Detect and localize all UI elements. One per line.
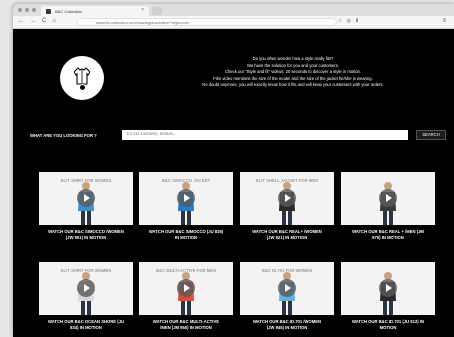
video-card[interactable]: ELIT SHIRT FOR WOMEN WATCH OUR B&C SIMOCC… — [39, 172, 133, 240]
caption-line: WATCH OUR B&C SIMOCCO /WOMEN — [48, 229, 124, 234]
video-card[interactable]: B&C MULTI-ACTIVE FOR MEN WATCH OUR B&C MU… — [139, 262, 233, 330]
video-caption[interactable]: WATCH OUR B&C REAL+ /WOMEN (JW 921) IN MO… — [240, 229, 334, 240]
caption-line: WATCH OUR B&C OCEAN SHORE (JU — [48, 319, 124, 324]
caption-line: WATCH OUR B&C REAL + /MEN (JM — [352, 229, 424, 234]
play-icon[interactable] — [278, 279, 296, 297]
video-card[interactable]: WATCH OUR B&C REAL + /MEN (JM 970) IN MOT… — [341, 172, 435, 240]
close-tab-icon[interactable]: × — [141, 7, 144, 13]
reload-icon[interactable]: C — [42, 18, 46, 24]
caption-line: 834) IN MOTION — [70, 324, 102, 330]
caption-line: IN MOTION — [174, 234, 198, 240]
minimize-window-dot[interactable] — [25, 8, 29, 12]
search-button[interactable]: SEARCH — [416, 130, 446, 140]
play-icon[interactable] — [177, 189, 195, 207]
menu-icon[interactable]: ≡ — [442, 18, 446, 24]
caption-line: 970) IN MOTION — [372, 234, 404, 240]
caption-line: WATCH OUR B&C SIMOCCO (JU 835) — [148, 229, 224, 234]
video-thumbnail[interactable] — [341, 262, 435, 315]
jacket-icon — [74, 67, 90, 85]
search-label: WHAT ARE YOU LOOKING FOR ? — [30, 133, 97, 138]
video-card[interactable]: WATCH OUR B&C ID.701 (JU 612) IN MOTION — [341, 262, 435, 330]
download-icon[interactable]: ⬇ — [355, 18, 359, 24]
video-caption[interactable]: WATCH OUR B&C REAL + /MEN (JM 970) IN MOT… — [341, 229, 435, 240]
back-icon[interactable]: ← — [18, 18, 24, 24]
intro-line: Do you often wonder how a style really f… — [252, 56, 334, 61]
video-thumbnail[interactable]: B&C SIMOCCO JACKET — [139, 172, 233, 225]
nav-buttons: ← → C ⌂ — [18, 18, 56, 24]
caption-line: MOTION — [379, 324, 397, 330]
play-icon[interactable] — [379, 189, 397, 207]
new-tab-button[interactable] — [152, 7, 162, 15]
page-content: Do you often wonder how a style really f… — [13, 29, 454, 337]
play-icon[interactable] — [177, 279, 195, 297]
play-icon[interactable] — [77, 279, 95, 297]
caption-line: WATCH OUR B&C ID.701 (JU 612) IN — [351, 319, 425, 324]
close-window-dot[interactable] — [18, 8, 22, 12]
intro-line: Film video mentions the size of the mode… — [213, 75, 373, 81]
video-card[interactable]: B&C SIMOCCO JACKET WATCH OUR B&C SIMOCCO … — [139, 172, 233, 240]
address-bar[interactable]: www.bc-collection.eu/en/sizingplus/index… — [77, 18, 337, 26]
caption-line: (JW 901) IN MOTION — [65, 234, 107, 240]
intro-line: No doubt anymore, you will exactly know … — [202, 82, 384, 88]
caption-line: /MEN (JM 950) IN MOTION — [160, 324, 212, 330]
video-card[interactable]: ELIT SHELL JACKET FOR MEN WATCH OUR B&C R… — [240, 172, 334, 240]
brand-logo — [60, 56, 104, 100]
caption-line: WATCH OUR B&C ID.701 /WOMEN — [252, 319, 322, 324]
caption-line: WATCH OUR B&C REAL+ /WOMEN — [252, 229, 322, 234]
forward-icon[interactable]: → — [30, 18, 36, 24]
intro-text: Do you often wonder how a style really f… — [178, 56, 408, 89]
browser-toolbar: ← → C ⌂ www.bc-collection.eu/en/sizingpl… — [13, 16, 454, 29]
video-thumbnail[interactable]: ELIT SHIRT FOR WOMEN — [39, 262, 133, 315]
tab-strip: B&C Collection × — [13, 4, 454, 16]
favicon-icon — [46, 8, 51, 14]
video-thumbnail[interactable] — [341, 172, 435, 225]
caption-line: (JW 945) IN MOTION — [266, 324, 308, 330]
video-card[interactable]: B&C ID.701 FOR WOMEN WATCH OUR B&C ID.701… — [240, 262, 334, 330]
video-caption[interactable]: WATCH OUR B&C ID.701 (JU 612) IN MOTION — [341, 319, 435, 330]
maximize-window-dot[interactable] — [32, 8, 36, 12]
search-input[interactable] — [122, 130, 408, 140]
play-icon[interactable] — [379, 279, 397, 297]
video-caption[interactable]: WATCH OUR B&C SIMOCCO /WOMEN (JW 901) IN … — [39, 229, 133, 240]
video-thumbnail[interactable]: ELIT SHELL JACKET FOR MEN — [240, 172, 334, 225]
browser-window: B&C Collection × ← → C ⌂ www.bc-collecti… — [13, 4, 454, 337]
video-caption[interactable]: WATCH OUR B&C MULTI-ACTIVE/MEN (JM 950) … — [139, 319, 233, 330]
intro-line: We have the solution for you and your cu… — [246, 62, 340, 68]
caption-line: WATCH OUR B&C MULTI-ACTIVE — [152, 319, 220, 324]
bookmark-icon[interactable]: ☆ — [338, 18, 342, 24]
address-bar-icons: ☆ ◎ ⬇ — [338, 18, 359, 24]
tab-title: B&C Collection — [55, 8, 82, 14]
video-caption[interactable]: WATCH OUR B&C SIMOCCO (JU 835) IN MOTION — [139, 229, 233, 240]
play-icon[interactable] — [77, 189, 95, 207]
video-card[interactable]: ELIT SHIRT FOR WOMEN WATCH OUR B&C OCEAN … — [39, 262, 133, 330]
video-caption[interactable]: WATCH OUR B&C ID.701 /WOMEN (JW 945) IN M… — [240, 319, 334, 330]
intro-line: Check our "Style and fit" videos: 20 sec… — [224, 69, 362, 75]
logo-badge-icon — [79, 84, 86, 91]
video-caption[interactable]: WATCH OUR B&C OCEAN SHORE (JU 834) IN MOT… — [39, 319, 133, 330]
window-controls — [18, 8, 36, 12]
caption-line: (JW 921) IN MOTION — [266, 234, 308, 240]
video-thumbnail[interactable]: ELIT SHIRT FOR WOMEN — [39, 172, 133, 225]
play-icon[interactable] — [278, 189, 296, 207]
video-thumbnail[interactable]: B&C MULTI-ACTIVE FOR MEN — [139, 262, 233, 315]
home-icon[interactable]: ⌂ — [52, 18, 56, 24]
video-thumbnail[interactable]: B&C ID.701 FOR WOMEN — [240, 262, 334, 315]
extension-icon[interactable]: ◎ — [346, 18, 350, 24]
browser-tab[interactable]: B&C Collection × — [41, 6, 149, 16]
